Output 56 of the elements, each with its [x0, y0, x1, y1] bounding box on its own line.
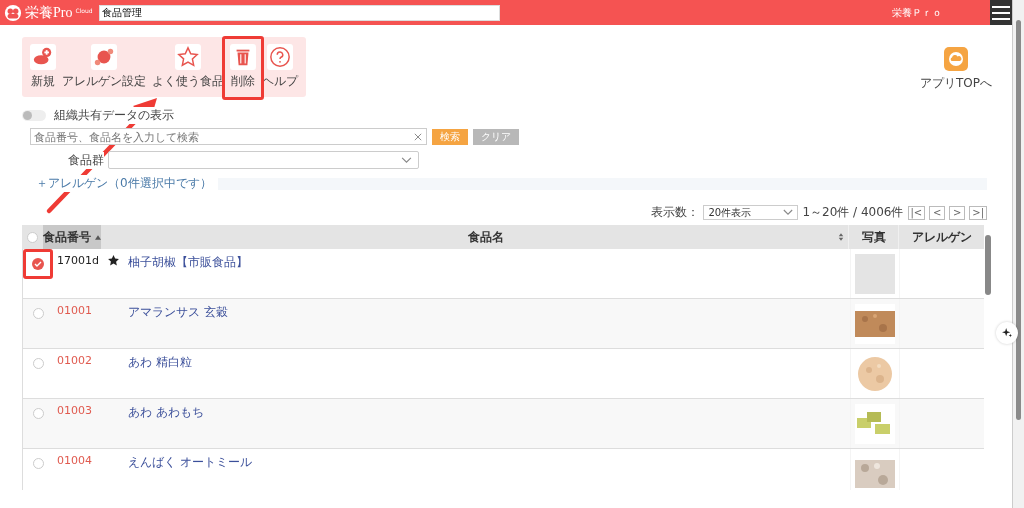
chevron-down-icon	[783, 209, 794, 216]
star-icon[interactable]	[106, 254, 120, 267]
food-name-link[interactable]: えんばく オートミール	[124, 454, 252, 471]
checkbox[interactable]	[32, 308, 44, 319]
food-name-link[interactable]: あわ あわもち	[124, 404, 204, 421]
toolbar-button[interactable]: 新規	[28, 44, 58, 90]
toolbar-button[interactable]: アレルゲン設定	[60, 44, 148, 90]
chevron-down-icon	[401, 156, 412, 164]
checkbox[interactable]	[32, 458, 44, 469]
photo-placeholder	[855, 254, 895, 294]
column-header[interactable]: 食品名	[123, 225, 848, 249]
food-code: 01003	[57, 404, 92, 417]
help-icon	[269, 46, 291, 68]
food-name-link[interactable]: アマランサス 玄穀	[124, 304, 228, 321]
cloud-icon	[944, 47, 968, 71]
table-row[interactable]: 01003 あわ あわもち	[22, 399, 984, 449]
food-name-link[interactable]: あわ 精白粒	[124, 354, 192, 371]
table-row[interactable]: 01002 あわ 精白粒	[22, 349, 984, 399]
scrollbar[interactable]	[1012, 0, 1024, 508]
toggle-label: 組織共有データの表示	[54, 107, 174, 124]
candy-icon	[93, 46, 115, 68]
food-code: 01004	[57, 454, 92, 467]
sort-up-icon	[95, 234, 101, 240]
menu-icon	[992, 5, 1010, 20]
assistant-button[interactable]	[996, 322, 1018, 344]
pagination-button[interactable]: >|	[969, 205, 987, 220]
search-field[interactable]: 食品管理	[98, 4, 500, 21]
logo-icon	[4, 3, 22, 22]
pagination-button[interactable]: <	[929, 205, 946, 220]
logo-text: 栄養Pro	[25, 3, 73, 22]
food-code: 17001d	[57, 254, 99, 267]
toolbar-button[interactable]: 削除	[228, 44, 258, 90]
pagination-button[interactable]: |<	[907, 205, 926, 220]
star-icon	[177, 46, 199, 68]
user-name: 栄養Ｐｒｏ	[892, 5, 942, 20]
pagination-button[interactable]: >	[949, 205, 966, 220]
food-group-select[interactable]	[108, 151, 419, 169]
select-all-checkbox[interactable]	[27, 231, 38, 243]
sort-icon	[838, 233, 844, 241]
checkbox[interactable]	[32, 358, 44, 369]
result-range: 1～20件 / 4006件	[802, 204, 904, 221]
sparkle-icon	[1002, 328, 1012, 338]
food-code: 01001	[57, 304, 92, 317]
clear-icon	[414, 133, 422, 141]
column-header[interactable]: 食品番号	[43, 225, 101, 249]
toggle-switch[interactable]	[22, 110, 46, 121]
checkbox[interactable]	[32, 408, 44, 419]
table-row[interactable]: 17001d 柚子胡椒【市販食品】	[22, 249, 984, 299]
table-row[interactable]: 01001 アマランサス 玄穀	[22, 299, 984, 349]
checkbox[interactable]	[32, 258, 44, 270]
food-name-link[interactable]: 柚子胡椒【市販食品】	[124, 254, 248, 271]
search-field[interactable]: 食品番号、食品名を入力して検索	[30, 128, 427, 145]
app-top-button[interactable]: アプリTOPへ	[920, 47, 992, 92]
menu-button[interactable]	[990, 0, 1012, 25]
page-size-select[interactable]: 20件表示	[703, 205, 799, 220]
food-code: 01002	[57, 354, 92, 367]
